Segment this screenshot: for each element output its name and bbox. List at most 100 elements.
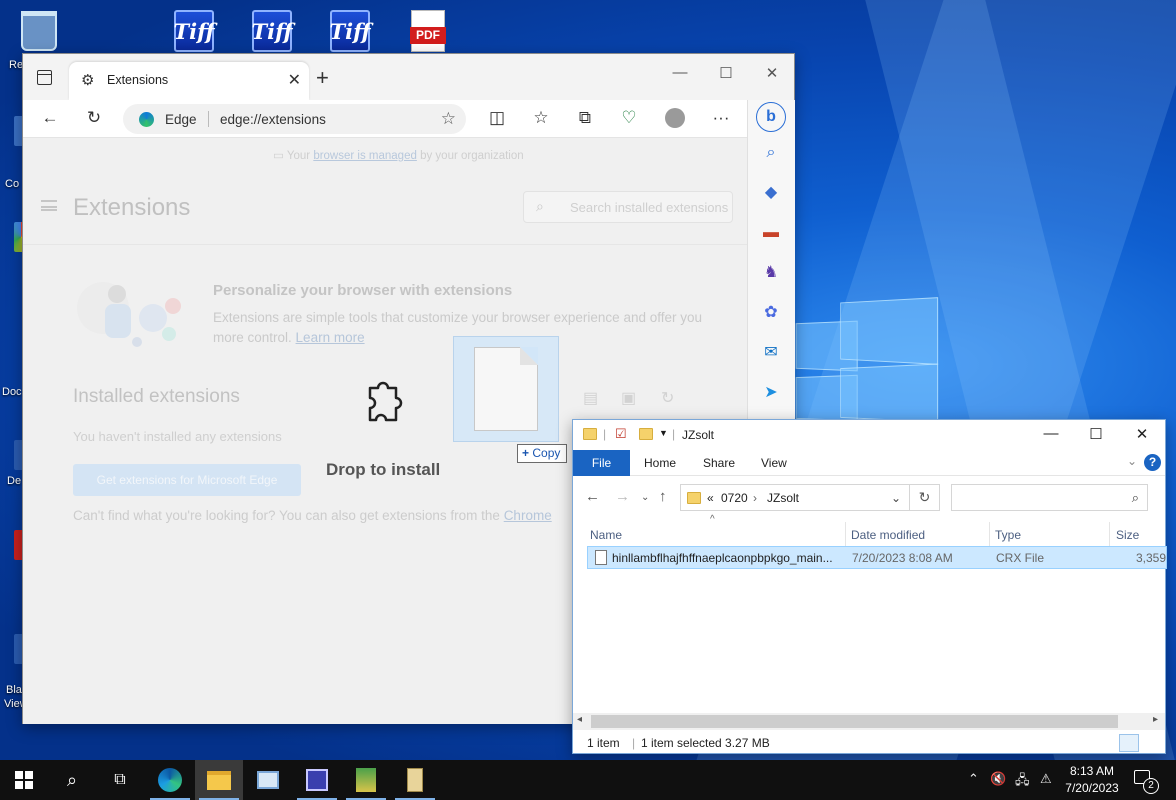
ribbon-tab-home[interactable]: Home — [644, 456, 676, 470]
games-icon[interactable]: ♞ — [760, 262, 782, 284]
column-size[interactable]: Size — [1116, 528, 1139, 542]
security-alert-icon[interactable]: ⚠ — [1040, 771, 1052, 787]
address-bar[interactable]: « 0720 › JZsolt ⌄ — [680, 484, 910, 511]
large-icons-view-icon[interactable] — [1141, 734, 1161, 752]
breadcrumb-current[interactable]: JZsolt — [767, 491, 799, 505]
close-window-icon[interactable]: ✕ — [1130, 425, 1154, 443]
properties-icon[interactable]: ☑ — [615, 426, 627, 442]
close-window-icon[interactable]: ✕ — [757, 64, 787, 82]
column-type[interactable]: Type — [995, 528, 1021, 542]
microsoft-365-icon[interactable]: ✿ — [760, 302, 782, 324]
taskbar-edge[interactable] — [146, 760, 194, 800]
taskbar-file-explorer[interactable] — [195, 760, 243, 800]
tiff-file-icon[interactable]: Tiff — [249, 8, 295, 54]
forward-icon[interactable]: → — [615, 488, 630, 505]
search-icon: ⌕ — [1131, 490, 1139, 505]
tiff-label: Tiff — [174, 10, 215, 52]
load-unpacked-icon[interactable]: ▣ — [621, 388, 636, 408]
maximize-icon[interactable]: ☐ — [711, 64, 741, 82]
start-button[interactable] — [0, 760, 48, 800]
menu-icon[interactable] — [41, 200, 57, 211]
favorite-star-icon[interactable]: ☆ — [441, 109, 456, 129]
search-icon[interactable]: ⌕ — [48, 760, 96, 800]
close-tab-icon[interactable]: ✕ — [288, 70, 301, 90]
outlook-icon[interactable]: ✉ — [760, 342, 782, 364]
minimize-icon[interactable]: — — [1039, 425, 1063, 442]
taskbar-app[interactable] — [342, 760, 390, 800]
profile-avatar-icon[interactable] — [664, 108, 686, 133]
show-hidden-icons-icon[interactable]: ⌃ — [968, 771, 979, 787]
favorites-icon[interactable]: ☆ — [530, 108, 552, 128]
refresh-icon[interactable]: ↻ — [910, 484, 940, 511]
table-row[interactable]: hinllambflhajfhffnaeplcaonpbpkgo_main...… — [587, 546, 1167, 569]
managed-link[interactable]: browser is managed — [313, 150, 417, 162]
address-bar[interactable]: Edge edge://extensions ☆ — [123, 104, 466, 134]
search-extensions-input[interactable]: ⌕ Search installed extensions — [523, 191, 733, 223]
refresh-icon[interactable]: ↻ — [83, 108, 105, 128]
tab-title: Extensions — [107, 73, 169, 87]
control-panel-icon — [257, 771, 279, 789]
bing-copilot-icon[interactable]: b — [756, 102, 786, 132]
pdf-file-icon[interactable]: PDF — [405, 8, 451, 54]
collections-icon[interactable]: ⧉ — [574, 108, 596, 128]
minimize-icon[interactable]: — — [665, 64, 695, 81]
volume-muted-icon[interactable]: 🔇 — [990, 771, 1006, 787]
recycle-bin-icon[interactable] — [16, 8, 62, 54]
learn-more-link[interactable]: Learn more — [296, 330, 365, 345]
tab-actions-icon[interactable] — [37, 70, 52, 85]
taskbar-app[interactable] — [293, 760, 341, 800]
search-placeholder: Search installed extensions — [570, 200, 729, 215]
back-icon[interactable]: ← — [585, 488, 600, 505]
new-tab-icon[interactable]: + — [316, 65, 329, 91]
file-type: CRX File — [996, 551, 1045, 565]
clock[interactable]: 8:13 AM 7/20/2023 — [1064, 763, 1120, 797]
column-date-modified[interactable]: Date modified — [851, 528, 925, 542]
search-icon[interactable]: ⌕ — [760, 142, 782, 164]
up-icon[interactable]: ↑ — [659, 488, 667, 505]
tab-extensions[interactable]: ⚙ Extensions ✕ — [69, 62, 309, 100]
scrollbar-thumb[interactable] — [591, 715, 1118, 728]
tools-icon[interactable]: ▬ — [760, 222, 782, 244]
more-options-icon[interactable]: ··· — [710, 108, 732, 128]
network-icon[interactable]: 🖧 — [1015, 771, 1030, 793]
ribbon-tab-view[interactable]: View — [761, 456, 787, 470]
ribbon-tab-file[interactable]: File — [573, 450, 630, 476]
recent-locations-icon[interactable]: ⌄ — [641, 492, 649, 503]
back-icon[interactable]: ← — [39, 108, 61, 128]
maximize-icon[interactable]: ☐ — [1084, 425, 1108, 443]
breadcrumb-overflow[interactable]: « — [707, 491, 714, 505]
help-icon[interactable]: ? — [1144, 454, 1161, 471]
windows-logo-wallpaper — [790, 297, 950, 423]
pack-icon[interactable]: ▤ — [583, 388, 598, 408]
browser-essentials-icon[interactable]: ♡ — [618, 108, 640, 128]
task-view-icon[interactable]: ⧉ — [96, 760, 144, 800]
explorer-address-row: ← → ⌄ ↑ « 0720 › JZsolt ⌄ ↻ ⌕ — [573, 476, 1165, 520]
ribbon-tab-share[interactable]: Share — [703, 456, 735, 470]
customize-qat-icon[interactable]: ▼ — [659, 428, 668, 438]
taskbar-app[interactable] — [391, 760, 439, 800]
split-screen-icon[interactable]: ◫ — [486, 108, 508, 128]
breadcrumb-parent[interactable]: 0720 — [721, 491, 748, 505]
get-extensions-button[interactable]: Get extensions for Microsoft Edge — [73, 464, 301, 496]
search-icon: ⌕ — [536, 198, 544, 214]
expand-ribbon-icon[interactable]: ⌄ — [1127, 454, 1137, 468]
edge-icon — [158, 768, 182, 792]
update-icon[interactable]: ↻ — [661, 388, 674, 408]
details-view-icon[interactable] — [1119, 734, 1139, 752]
chrome-store-link[interactable]: Chrome — [504, 508, 552, 523]
shopping-tag-icon[interactable]: ◆ — [760, 182, 782, 204]
taskbar-app[interactable] — [244, 760, 292, 800]
scroll-right-icon[interactable]: ▸ — [1153, 714, 1158, 725]
column-name[interactable]: Name — [590, 528, 622, 542]
new-folder-icon[interactable] — [639, 428, 653, 440]
search-input[interactable]: ⌕ — [951, 484, 1148, 511]
scroll-left-icon[interactable]: ◂ — [577, 714, 582, 725]
file-size: 3,359 — [1136, 551, 1167, 565]
item-count: 1 item — [587, 736, 620, 750]
chevron-down-icon[interactable]: ⌄ — [891, 491, 901, 505]
tiff-file-icon[interactable]: Tiff — [327, 8, 373, 54]
horizontal-scrollbar[interactable]: ◂ ▸ — [573, 713, 1165, 730]
drop-send-icon[interactable]: ➤ — [760, 382, 782, 404]
desktop-icon-label: De — [7, 475, 22, 487]
tiff-file-icon[interactable]: Tiff — [171, 8, 217, 54]
